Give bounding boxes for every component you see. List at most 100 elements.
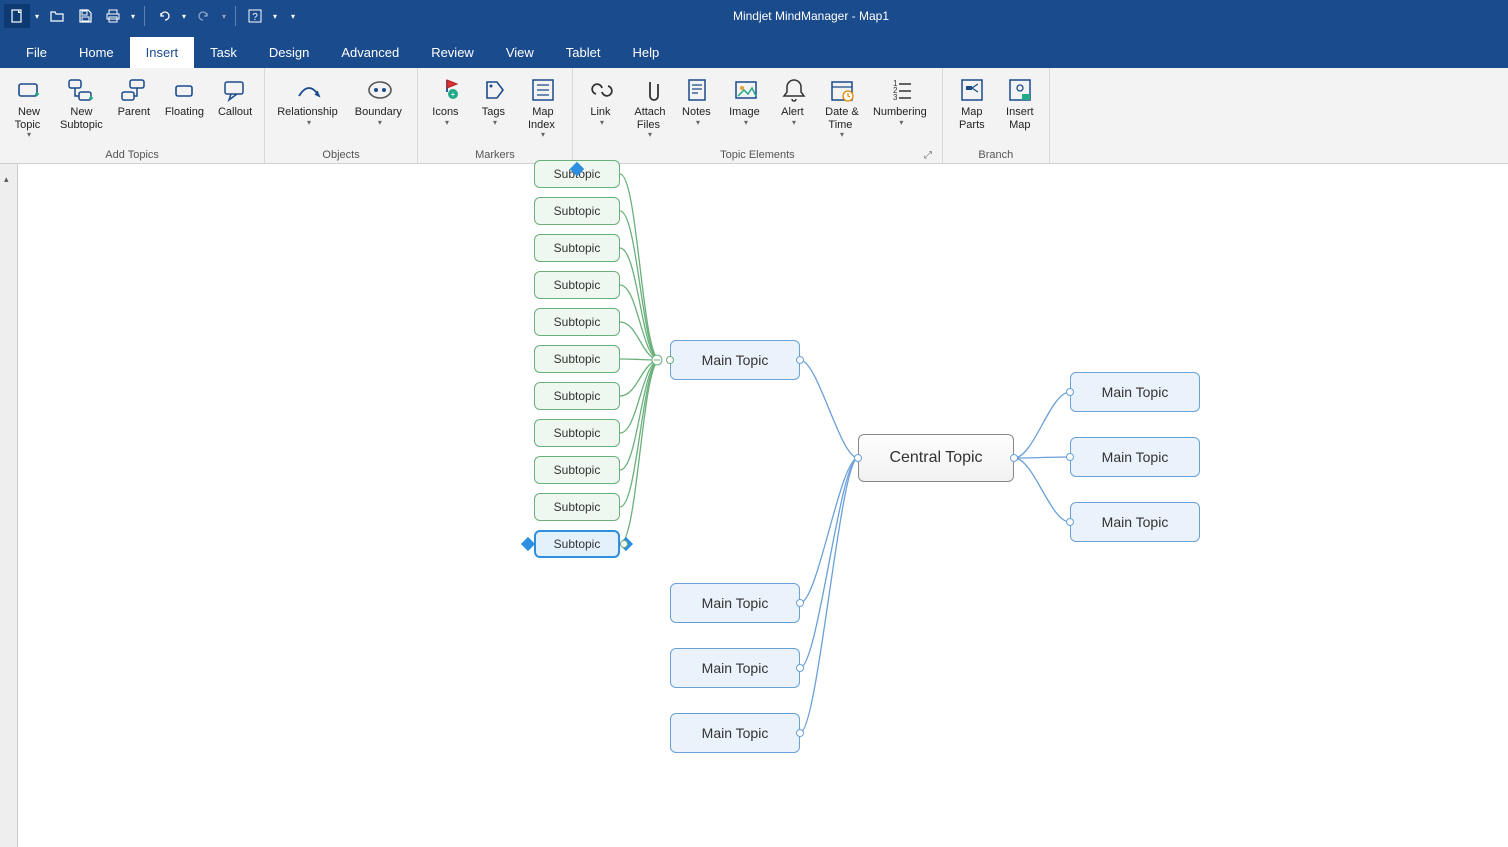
dropdown-caret-icon: ▾	[840, 130, 844, 139]
help-dropdown[interactable]: ▾	[270, 12, 280, 21]
tab-home[interactable]: Home	[63, 37, 130, 68]
subtopic-1[interactable]: Subtopic	[534, 197, 620, 225]
new-doc-button[interactable]	[4, 4, 30, 28]
main-topic-left-1[interactable]: Main Topic	[670, 583, 800, 623]
ruler-caret-icon: ▴	[4, 174, 9, 185]
print-button[interactable]	[100, 4, 126, 28]
redo-button[interactable]	[191, 4, 217, 28]
tab-file[interactable]: File	[10, 37, 63, 68]
undo-button[interactable]	[151, 4, 177, 28]
dropdown-caret-icon: ▾	[493, 118, 497, 127]
connector-dot[interactable]	[854, 454, 862, 462]
attach-files-icon	[636, 76, 664, 104]
dropdown-caret-icon: ▾	[378, 118, 382, 127]
tab-insert[interactable]: Insert	[130, 37, 195, 68]
main-topic-left-0[interactable]: Main Topic	[670, 340, 800, 380]
save-button[interactable]	[72, 4, 98, 28]
ribbon-group-topic-elements: Link ▾Attach Files ▾Notes ▾Image ▾Alert …	[573, 68, 943, 163]
boundary-button[interactable]: Boundary ▾	[349, 74, 411, 129]
subtopic-3[interactable]: Subtopic	[534, 271, 620, 299]
dropdown-caret-icon: ▾	[744, 118, 748, 127]
callout-button[interactable]: Callout	[212, 74, 258, 121]
floating-button[interactable]: Floating	[159, 74, 210, 121]
subtopic-9[interactable]: Subtopic	[534, 493, 620, 521]
group-label: Topic Elements⤢	[579, 147, 936, 163]
connector-dot[interactable]	[796, 599, 804, 607]
main-topic-right-1[interactable]: Main Topic	[1070, 437, 1200, 477]
connector-dot[interactable]	[620, 540, 628, 548]
connector-dot[interactable]	[666, 356, 674, 364]
subtopic-8[interactable]: Subtopic	[534, 456, 620, 484]
new-topic-button[interactable]: New Topic ▾	[6, 74, 52, 141]
dropdown-caret-icon: ▾	[899, 118, 903, 127]
subtopic-10[interactable]: Subtopic	[534, 530, 620, 558]
tab-advanced[interactable]: Advanced	[325, 37, 415, 68]
connector-dot[interactable]	[1010, 454, 1018, 462]
undo-dropdown[interactable]: ▾	[179, 12, 189, 21]
map-index-button[interactable]: Map Index ▾	[520, 74, 566, 141]
tab-view[interactable]: View	[490, 37, 550, 68]
open-button[interactable]	[44, 4, 70, 28]
subtopic-4[interactable]: Subtopic	[534, 308, 620, 336]
alert-button[interactable]: Alert ▾	[771, 74, 817, 129]
subtopic-7[interactable]: Subtopic	[534, 419, 620, 447]
tab-tablet[interactable]: Tablet	[550, 37, 617, 68]
connector-dot[interactable]	[796, 729, 804, 737]
map-parts-button[interactable]: Map Parts	[949, 74, 995, 133]
icons-button[interactable]: +Icons ▾	[424, 74, 470, 129]
qat-customize[interactable]: ▾	[288, 12, 298, 21]
titlebar: ▾ ▾ ▾ ▾ ? ▾ ▾ Mindjet MindManager - Map1	[0, 0, 1508, 32]
connector-dot[interactable]	[1066, 388, 1074, 396]
dropdown-caret-icon: ▾	[792, 118, 796, 127]
dropdown-caret-icon: ▾	[307, 118, 311, 127]
link-button[interactable]: Link ▾	[579, 74, 625, 129]
main-topic-left-3[interactable]: Main Topic	[670, 713, 800, 753]
subtopic-2[interactable]: Subtopic	[534, 234, 620, 262]
new-doc-dropdown[interactable]: ▾	[32, 12, 42, 21]
mindmap-canvas[interactable]: Central Topic Main Topic Main Topic Main To…	[18, 164, 1508, 847]
qat-separator-2	[235, 6, 236, 26]
print-dropdown[interactable]: ▾	[128, 12, 138, 21]
icons-icon: +	[433, 76, 461, 104]
tab-review[interactable]: Review	[415, 37, 490, 68]
group-label: Add Topics	[6, 147, 258, 163]
new-subtopic-button[interactable]: New Subtopic	[54, 74, 109, 133]
main-topic-right-2[interactable]: Main Topic	[1070, 502, 1200, 542]
subtopic-6[interactable]: Subtopic	[534, 382, 620, 410]
connector-dot[interactable]	[1066, 453, 1074, 461]
tags-icon	[481, 76, 509, 104]
main-topic-left-2[interactable]: Main Topic	[670, 648, 800, 688]
parent-label: Parent	[118, 106, 150, 119]
insert-map-icon	[1006, 76, 1034, 104]
relationship-button[interactable]: Relationship ▾	[271, 74, 347, 129]
notes-button[interactable]: Notes ▾	[675, 74, 721, 129]
image-button[interactable]: Image ▾	[723, 74, 769, 129]
main-topic-right-0[interactable]: Main Topic	[1070, 372, 1200, 412]
dropdown-caret-icon: ▾	[600, 118, 604, 127]
insert-map-button[interactable]: Insert Map	[997, 74, 1043, 133]
canvas-area: ▴ Central Topic Main Topic Main Topic Main …	[0, 164, 1508, 847]
tab-task[interactable]: Task	[194, 37, 253, 68]
group-label: Branch	[949, 147, 1043, 163]
quick-access-toolbar: ▾ ▾ ▾ ▾ ? ▾ ▾	[4, 4, 298, 28]
redo-dropdown[interactable]: ▾	[219, 12, 229, 21]
central-topic[interactable]: Central Topic	[858, 434, 1014, 482]
tags-button[interactable]: Tags ▾	[472, 74, 518, 129]
dialog-launcher[interactable]: ⤢	[922, 149, 934, 161]
new-topic-icon	[15, 76, 43, 104]
subtopic-5[interactable]: Subtopic	[534, 345, 620, 373]
tab-help[interactable]: Help	[616, 37, 675, 68]
parent-button[interactable]: Parent	[111, 74, 157, 121]
help-button[interactable]: ?	[242, 4, 268, 28]
connector-dot[interactable]	[796, 356, 804, 364]
app-title: Mindjet MindManager - Map1	[298, 9, 1324, 23]
connector-dot[interactable]	[1066, 518, 1074, 526]
new-subtopic-icon	[67, 76, 95, 104]
connector-dot[interactable]	[796, 664, 804, 672]
dropdown-caret-icon: ▾	[696, 118, 700, 127]
numbering-button[interactable]: 123Numbering ▾	[867, 74, 936, 129]
attach-files-button[interactable]: Attach Files ▾	[627, 74, 673, 141]
date-time-icon	[828, 76, 856, 104]
date-time-button[interactable]: Date & Time ▾	[819, 74, 865, 141]
tab-design[interactable]: Design	[253, 37, 325, 68]
